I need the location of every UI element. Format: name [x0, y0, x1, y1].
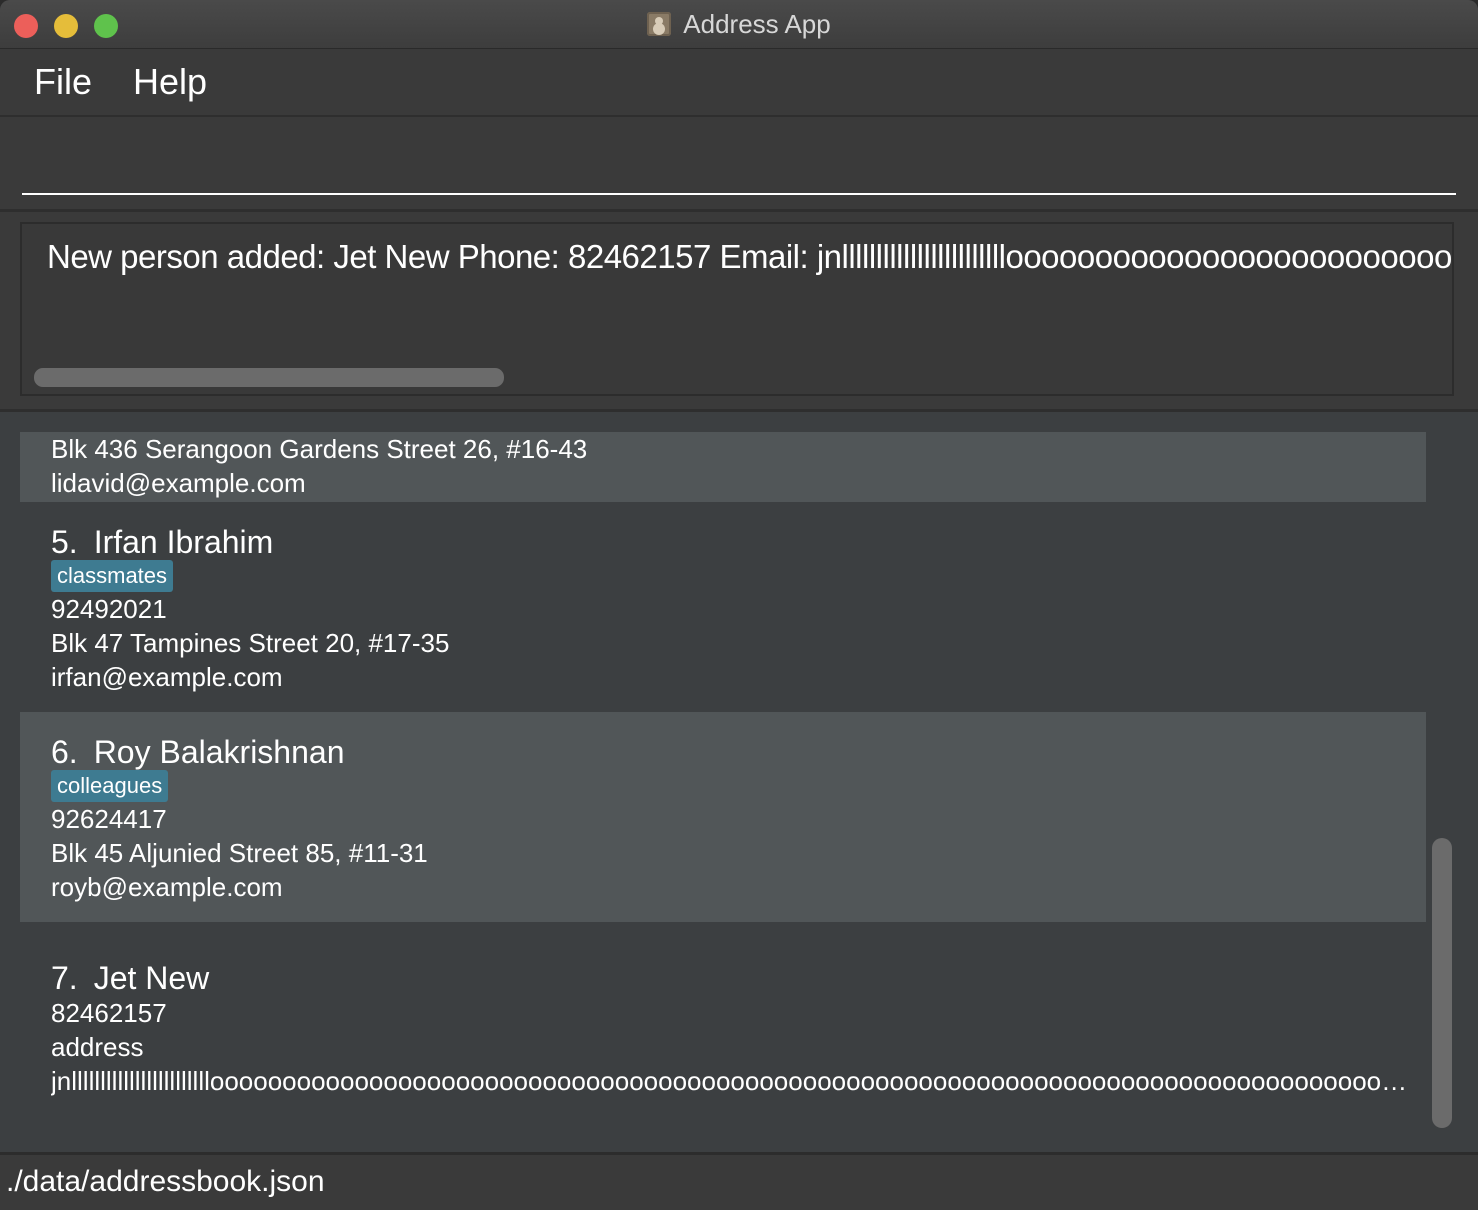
person-name: Jet New: [93, 960, 210, 996]
person-card[interactable]: 5. Irfan Ibrahim classmates 92492021 Blk …: [20, 502, 1426, 712]
person-tag: colleagues: [51, 770, 169, 802]
person-list[interactable]: Blk 436 Serangoon Gardens Street 26, #16…: [20, 432, 1426, 1142]
person-list-area: Blk 436 Serangoon Gardens Street 26, #16…: [0, 412, 1478, 1152]
result-horizontal-scrollbar[interactable]: [34, 368, 504, 387]
title-wrap: Address App: [0, 0, 1478, 48]
result-display[interactable]: New person added: Jet New Phone: 8246215…: [20, 222, 1454, 396]
window-title: Address App: [683, 8, 831, 39]
menu-file[interactable]: File: [34, 61, 92, 103]
person-address: Blk 436 Serangoon Gardens Street 26, #16…: [51, 434, 588, 464]
save-file-path: ./data/addressbook.json: [6, 1165, 325, 1198]
person-index: 7.: [51, 960, 78, 996]
person-index: 5.: [51, 524, 78, 560]
person-email: irfan@example.com: [51, 662, 283, 692]
menu-bar: File Help: [0, 49, 1478, 117]
result-message: New person added: Jet New Phone: 8246215…: [47, 238, 1452, 275]
person-name-line: 7. Jet New: [51, 960, 209, 997]
person-name-line: 6. Roy Balakrishnan: [51, 734, 344, 771]
person-card[interactable]: 7. Jet New 82462157 address jnlllllllllll…: [20, 922, 1426, 1132]
menu-help[interactable]: Help: [133, 61, 207, 103]
person-phone: 92492021: [51, 594, 167, 624]
person-email: jnlllllllllllllllllllllllloooooooooooooo…: [51, 1066, 1411, 1096]
command-input[interactable]: [22, 117, 1456, 195]
person-card[interactable]: 6. Roy Balakrishnan colleagues 92624417 B…: [20, 712, 1426, 922]
person-address: address: [51, 1032, 144, 1062]
person-address: Blk 45 Aljunied Street 85, #11-31: [51, 838, 428, 868]
person-phone: 82462157: [51, 998, 167, 1028]
address-book-app-icon: [647, 12, 672, 36]
command-box-area: [0, 117, 1478, 212]
person-name: Irfan Ibrahim: [93, 524, 274, 560]
person-tag: classmates: [51, 560, 174, 592]
app-window: Address App File Help New person added: …: [0, 0, 1478, 1210]
person-email: royb@example.com: [51, 872, 283, 902]
person-email: lidavid@example.com: [51, 468, 306, 498]
person-card[interactable]: Blk 436 Serangoon Gardens Street 26, #16…: [20, 432, 1426, 502]
title-bar: Address App: [0, 0, 1478, 49]
person-list-scroll-thumb[interactable]: [1432, 838, 1452, 1128]
person-name: Roy Balakrishnan: [93, 734, 345, 770]
person-phone: 92624417: [51, 804, 167, 834]
person-name-line: 5. Irfan Ibrahim: [51, 524, 273, 561]
status-bar: ./data/addressbook.json: [0, 1152, 1478, 1210]
person-address: Blk 47 Tampines Street 20, #17-35: [51, 628, 450, 658]
result-display-area: New person added: Jet New Phone: 8246215…: [0, 212, 1478, 412]
person-index: 6.: [51, 734, 78, 770]
person-list-scrollbar[interactable]: [1430, 432, 1454, 1152]
